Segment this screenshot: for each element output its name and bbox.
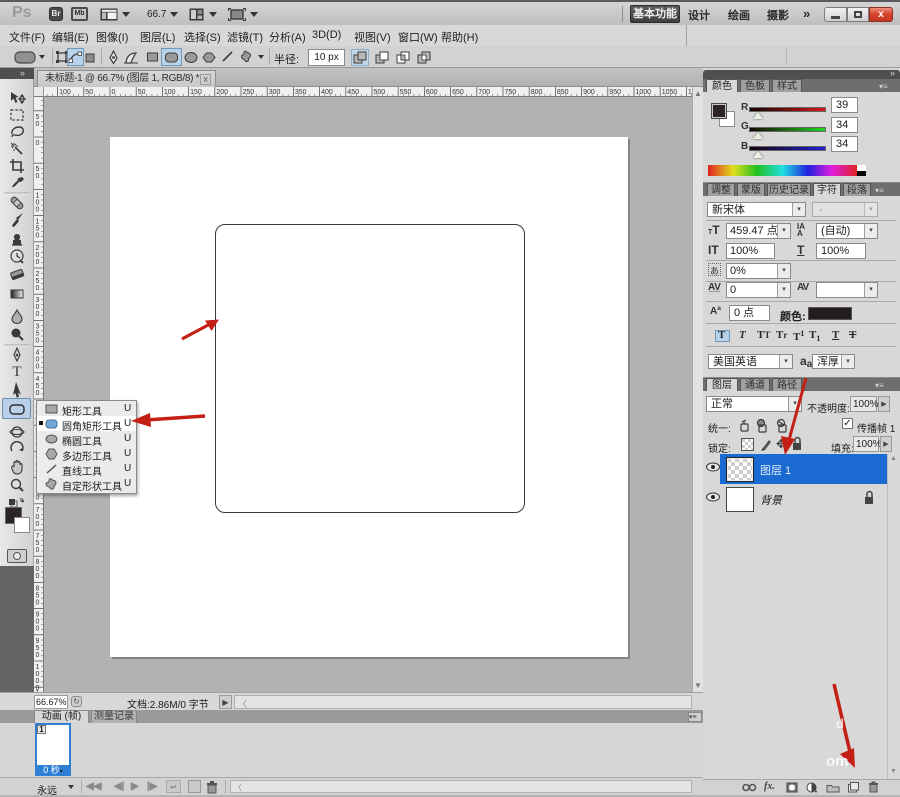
svg-text:0: 0 xyxy=(36,311,40,318)
svg-text:5: 5 xyxy=(36,226,40,233)
svg-text:600: 600 xyxy=(426,89,438,96)
svg-text:0: 0 xyxy=(36,678,40,685)
svg-text:900: 900 xyxy=(583,89,595,96)
svg-text:3: 3 xyxy=(36,297,40,304)
svg-text:700: 700 xyxy=(478,89,490,96)
svg-text:150: 150 xyxy=(190,89,202,96)
svg-text:7: 7 xyxy=(36,533,40,540)
svg-text:1: 1 xyxy=(36,219,40,226)
svg-text:0: 0 xyxy=(36,304,40,311)
svg-text:300: 300 xyxy=(269,89,281,96)
svg-text:250: 250 xyxy=(243,89,255,96)
svg-text:450: 450 xyxy=(347,89,359,96)
svg-text:0: 0 xyxy=(36,252,40,259)
svg-text:2: 2 xyxy=(36,271,40,278)
svg-text:650: 650 xyxy=(452,89,464,96)
svg-text:750: 750 xyxy=(505,89,517,96)
svg-text:0: 0 xyxy=(36,521,40,528)
svg-text:5: 5 xyxy=(36,645,40,652)
svg-text:0: 0 xyxy=(36,233,40,240)
svg-text:100: 100 xyxy=(59,89,71,96)
svg-text:0: 0 xyxy=(36,547,40,554)
svg-text:5: 5 xyxy=(36,540,40,547)
svg-text:0: 0 xyxy=(36,495,40,502)
svg-text:0: 0 xyxy=(36,573,40,580)
svg-text:5: 5 xyxy=(36,592,40,599)
svg-text:400: 400 xyxy=(321,89,333,96)
svg-text:1: 1 xyxy=(36,664,40,671)
svg-text:0: 0 xyxy=(36,626,40,633)
svg-text:0: 0 xyxy=(36,173,40,180)
svg-text:1: 1 xyxy=(36,192,40,199)
svg-text:9: 9 xyxy=(36,612,40,619)
svg-text:0: 0 xyxy=(36,514,40,521)
svg-text:5: 5 xyxy=(36,330,40,337)
svg-text:0: 0 xyxy=(36,199,40,206)
svg-text:0: 0 xyxy=(36,337,40,344)
svg-text:50: 50 xyxy=(85,89,93,96)
svg-text:5: 5 xyxy=(36,166,40,173)
svg-text:4: 4 xyxy=(36,376,40,383)
svg-text:0: 0 xyxy=(36,285,40,292)
svg-text:850: 850 xyxy=(557,89,569,96)
svg-text:0: 0 xyxy=(36,390,40,397)
svg-text:100: 100 xyxy=(164,89,176,96)
svg-text:550: 550 xyxy=(400,89,412,96)
svg-text:5: 5 xyxy=(36,278,40,285)
svg-text:0: 0 xyxy=(36,566,40,573)
svg-text:5: 5 xyxy=(36,114,40,121)
svg-text:0: 0 xyxy=(36,140,40,147)
svg-text:2: 2 xyxy=(36,245,40,252)
svg-text:T: T xyxy=(12,364,21,380)
svg-text:0: 0 xyxy=(36,652,40,659)
svg-text:3: 3 xyxy=(36,323,40,330)
svg-text:800: 800 xyxy=(531,89,543,96)
svg-text:0: 0 xyxy=(36,671,40,678)
svg-text:950: 950 xyxy=(609,89,621,96)
svg-text:0: 0 xyxy=(36,121,40,128)
svg-text:200: 200 xyxy=(216,89,228,96)
svg-text:0: 0 xyxy=(36,599,40,606)
svg-text:0: 0 xyxy=(112,89,116,96)
svg-text:50: 50 xyxy=(138,89,146,96)
svg-text:1000: 1000 xyxy=(636,89,652,96)
svg-text:8: 8 xyxy=(36,585,40,592)
svg-text:350: 350 xyxy=(295,89,307,96)
svg-text:0: 0 xyxy=(36,259,40,266)
svg-text:0: 0 xyxy=(36,619,40,626)
svg-text:7: 7 xyxy=(36,507,40,514)
svg-text:500: 500 xyxy=(374,89,386,96)
svg-text:1050: 1050 xyxy=(662,89,678,96)
svg-text:9: 9 xyxy=(36,638,40,645)
svg-text:0: 0 xyxy=(36,364,40,371)
svg-text:8: 8 xyxy=(36,559,40,566)
svg-text:0: 0 xyxy=(36,206,40,213)
svg-text:5: 5 xyxy=(36,383,40,390)
svg-text:0: 0 xyxy=(36,357,40,364)
svg-text:4: 4 xyxy=(36,350,40,357)
